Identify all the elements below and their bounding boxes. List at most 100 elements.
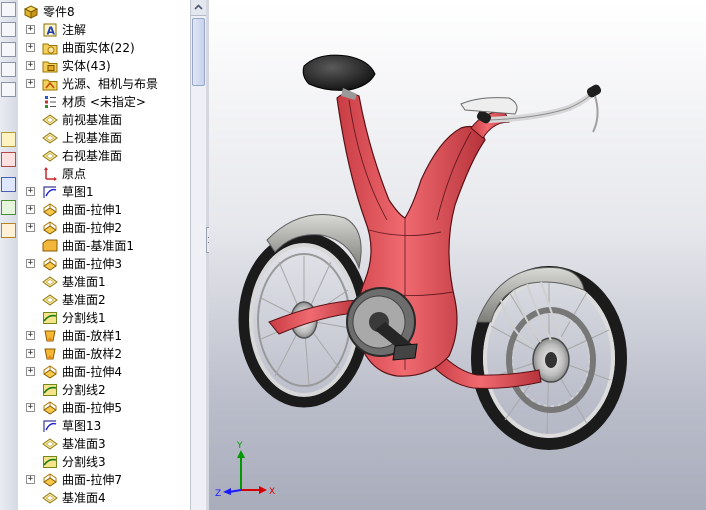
plane-icon [42,132,58,144]
tree-item-label: 曲面-拉伸1 [62,203,122,217]
view-cube-icon[interactable] [1,82,16,97]
smart-dimension-icon[interactable] [1,152,16,167]
tree-item[interactable]: 分割线2 [18,381,190,399]
view-cube-icon[interactable] [1,22,16,37]
tree-item-label: 曲面-拉伸4 [62,365,122,379]
tree-item-label: 右视基准面 [62,149,123,163]
tree-item[interactable]: 分割线1 [18,309,190,327]
tree-item[interactable]: 右视基准面 [18,147,190,165]
tree-item-label: 分割线1 [62,311,106,325]
feature-tool-icon[interactable] [1,200,16,215]
expand-toggle[interactable]: + [26,79,35,88]
expand-toggle[interactable]: + [26,223,35,232]
expand-toggle[interactable]: + [26,331,35,340]
plane-icon [42,438,58,450]
expand-toggle[interactable]: + [26,349,35,358]
expand-toggle[interactable]: + [26,367,35,376]
tree-item[interactable]: 曲面-基准面1 [18,237,190,255]
tree-item[interactable]: + 光源、相机与布景 [18,75,190,93]
tree-item[interactable]: 基准面2 [18,291,190,309]
tree-item[interactable]: + 曲面实体(22) [18,39,190,57]
graphics-viewport[interactable]: Y X Z [209,0,706,510]
tree-item[interactable]: 前视基准面 [18,111,190,129]
tree-item-label: 曲面实体(22) [62,41,135,55]
tree-item[interactable]: 基准面4 [18,489,190,507]
tree-item-label: 注解 [62,23,87,37]
chevron-up-icon [194,4,203,10]
seat[interactable] [302,54,376,91]
scroll-up-button[interactable] [191,0,206,16]
split-line-icon [43,384,57,396]
tree-item[interactable]: 基准面3 [18,435,190,453]
part-icon [23,5,39,19]
tree-item[interactable]: + 曲面-拉伸4 [18,363,190,381]
tree-item[interactable]: + 曲面-拉伸7 [18,471,190,489]
surface-extrude-icon [43,221,57,235]
tree-item-label: 基准面3 [62,437,106,451]
tree-item[interactable]: 基准面1 [18,273,190,291]
tree-item[interactable]: 草图13 [18,417,190,435]
tree-item[interactable]: + 实体(43) [18,57,190,75]
solid-bodies-folder-icon [42,61,58,73]
svg-text:Z: Z [215,489,221,499]
tree-root[interactable]: 零件8 [18,3,190,21]
coordinate-triad: Y X Z [215,441,275,499]
brake-lever [592,95,599,133]
scroll-thumb[interactable] [192,18,205,86]
tree-item[interactable]: + 曲面-拉伸2 [18,219,190,237]
expand-toggle[interactable]: + [26,25,35,34]
expand-toggle[interactable]: + [26,61,35,70]
plane-icon [42,294,58,306]
tree-item-label: 原点 [62,167,87,181]
tree-item[interactable]: 上视基准面 [18,129,190,147]
tree-item-label: 基准面4 [62,491,106,505]
tree-scrollbar[interactable] [190,0,206,510]
expand-toggle[interactable]: + [26,205,35,214]
feature-manager-tree: 零件8 + A 注解 + 曲面实体(22) + 实体(43) + 光源、相机与布景材质 <未指定… [18,0,190,510]
feature-tool-icon[interactable] [1,223,16,238]
view-cube-icon[interactable] [1,62,16,77]
tree-item-label: 曲面-拉伸7 [62,473,122,487]
surface-extrude-icon [43,401,57,415]
tree-item[interactable]: + A 注解 [18,21,190,39]
tree-item[interactable]: + 曲面-拉伸5 [18,399,190,417]
tree-item-label: 基准面2 [62,293,106,307]
svg-text:A: A [47,25,56,38]
tree-item[interactable]: 分割线3 [18,453,190,471]
sketch-icon [43,186,57,198]
tree-item[interactable]: + 草图1 [18,183,190,201]
tree-item-label: 草图13 [62,419,102,433]
material-icon [45,96,56,108]
svg-text:X: X [269,487,275,497]
expand-toggle[interactable]: + [26,259,35,268]
tree-root-label: 零件8 [43,5,75,19]
headlight[interactable] [460,97,518,115]
bicycle-3d-model[interactable]: Y X Z [209,0,706,510]
split-line-icon [43,456,57,468]
relations-icon[interactable] [1,177,16,192]
expand-toggle[interactable]: + [26,187,35,196]
tree-item[interactable]: 原点 [18,165,190,183]
tree-item-label: 上视基准面 [62,131,123,145]
tree-item-label: 材质 <未指定> [62,95,146,109]
view-cube-icon[interactable] [1,42,16,57]
view-cube-icon[interactable] [1,2,16,17]
plane-icon [42,492,58,504]
tree-item[interactable]: + 曲面-拉伸3 [18,255,190,273]
tree-item[interactable]: + 曲面-放样1 [18,327,190,345]
planar-surface-icon [42,239,58,252]
tree-item-label: 曲面-拉伸2 [62,221,122,235]
tree-item-label: 曲面-基准面1 [62,239,134,253]
expand-toggle[interactable]: + [26,43,35,52]
tree-item[interactable]: 材质 <未指定> [18,93,190,111]
tree-item[interactable]: + 曲面-放样2 [18,345,190,363]
tree-item[interactable]: + 曲面-拉伸1 [18,201,190,219]
expand-toggle[interactable]: + [26,475,35,484]
plane-icon [42,114,58,126]
sketch-tool-icon[interactable] [1,132,16,147]
surface-extrude-icon [43,365,57,379]
plane-icon [42,276,58,288]
split-line-icon [43,312,57,324]
expand-toggle[interactable]: + [26,403,35,412]
tree-item-label: 曲面-放样1 [62,329,122,343]
